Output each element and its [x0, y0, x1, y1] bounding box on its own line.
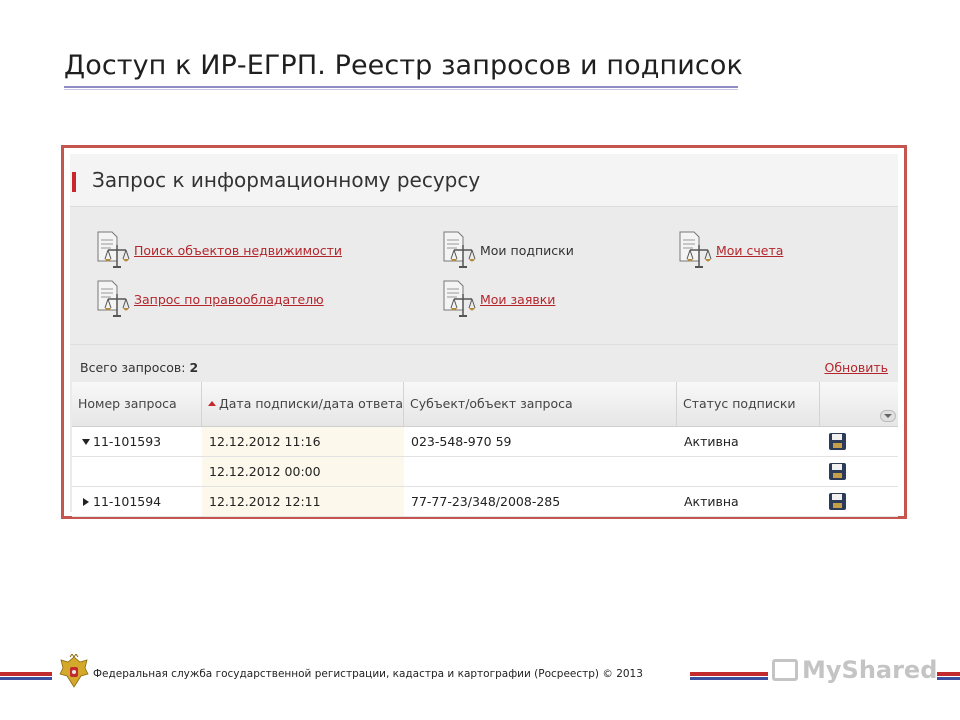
table-header: Номер запроса Дата подписки/дата ответа …	[72, 382, 898, 427]
footer-stripe-blue	[0, 677, 52, 680]
header-accent-bar	[72, 172, 76, 192]
title-underline-thin	[64, 89, 738, 90]
expand-triangle-icon[interactable]	[83, 498, 89, 506]
panel-header: Запрос к информационному ресурсу	[70, 154, 898, 207]
document-scales-icon	[442, 280, 476, 318]
panel-title: Запрос к информационному ресурсу	[92, 168, 481, 192]
document-scales-icon	[442, 231, 476, 269]
link-search-objects[interactable]: Поиск объектов недвижимости	[96, 230, 342, 270]
column-header-subject[interactable]: Субъект/объект запроса	[404, 382, 677, 426]
link-my-accounts[interactable]: Мои счета	[678, 230, 783, 270]
link-my-applications-label[interactable]: Мои заявки	[480, 292, 555, 307]
link-search-objects-label[interactable]: Поиск объектов недвижимости	[134, 243, 342, 258]
request-number: 11-101594	[93, 494, 162, 509]
sort-ascending-icon	[208, 401, 216, 406]
requests-table: Номер запроса Дата подписки/дата ответа …	[72, 382, 898, 517]
document-scales-icon	[96, 231, 130, 269]
save-icon[interactable]	[829, 493, 846, 510]
table-row[interactable]: 11-101593 12.12.2012 11:16 023-548-970 5…	[72, 427, 898, 457]
request-number-cell	[72, 457, 202, 486]
slide-title: Доступ к ИР-ЕГРП. Реестр запросов и подп…	[64, 50, 743, 81]
subject-cell: 023-548-970 59	[411, 434, 512, 449]
link-my-applications[interactable]: Мои заявки	[442, 279, 555, 319]
request-number: 11-101593	[93, 434, 162, 449]
collapse-triangle-icon[interactable]	[82, 439, 90, 445]
subject-cell: 77-77-23/348/2008-285	[411, 494, 561, 509]
date-cell: 12.12.2012 00:00	[202, 457, 404, 486]
footer-stripe-red	[0, 672, 52, 676]
footer-copyright: Федеральная служба государственной регис…	[93, 668, 643, 680]
column-header-label: Дата подписки/дата ответа	[219, 396, 404, 411]
status-cell: Активна	[684, 494, 739, 509]
column-header-label: Номер запроса	[78, 396, 177, 411]
link-my-subscriptions[interactable]: Мои подписки	[442, 230, 574, 270]
title-underline	[64, 86, 738, 88]
screenshot-frame: Запрос к информационному ресурсу Поиск о…	[61, 145, 907, 519]
table-row[interactable]: 12.12.2012 00:00	[72, 457, 898, 487]
request-panel: Запрос к информационному ресурсу Поиск о…	[70, 154, 898, 517]
date-cell: 12.12.2012 11:16	[202, 427, 404, 456]
column-header-label: Статус подписки	[683, 396, 796, 411]
link-my-accounts-label[interactable]: Мои счета	[716, 243, 783, 258]
watermark: MyShared	[768, 656, 938, 684]
column-header-request-number[interactable]: Номер запроса	[72, 382, 202, 426]
link-rightholder-request-label[interactable]: Запрос по правообладателю	[134, 292, 324, 307]
save-icon[interactable]	[829, 433, 846, 450]
table-row[interactable]: 11-101594 12.12.2012 12:11 77-77-23/348/…	[72, 487, 898, 517]
refresh-link[interactable]: Обновить	[824, 360, 888, 375]
status-cell: Активна	[684, 434, 739, 449]
document-scales-icon	[96, 280, 130, 318]
document-scales-icon	[678, 231, 712, 269]
column-header-date[interactable]: Дата подписки/дата ответа	[202, 382, 404, 426]
link-rightholder-request[interactable]: Запрос по правообладателю	[96, 279, 324, 319]
divider	[70, 344, 898, 345]
watermark-label: MyShared	[802, 656, 938, 684]
subject-cell	[404, 457, 677, 486]
save-icon[interactable]	[829, 463, 846, 480]
watermark-icon	[772, 659, 798, 681]
total-requests-count: 2	[189, 360, 199, 375]
status-cell	[677, 457, 820, 486]
column-header-status[interactable]: Статус подписки	[677, 382, 820, 426]
coat-of-arms-icon	[58, 653, 90, 690]
request-number-cell: 11-101594	[72, 487, 202, 516]
link-my-subscriptions-label[interactable]: Мои подписки	[480, 243, 574, 258]
date-cell: 12.12.2012 12:11	[202, 487, 404, 516]
total-requests-label: Всего запросов:	[80, 360, 186, 375]
column-header-label: Субъект/объект запроса	[410, 396, 573, 411]
column-menu-chevron-icon[interactable]	[880, 410, 896, 422]
request-number-cell: 11-101593	[72, 427, 202, 456]
total-requests: Всего запросов: 2	[80, 360, 198, 375]
